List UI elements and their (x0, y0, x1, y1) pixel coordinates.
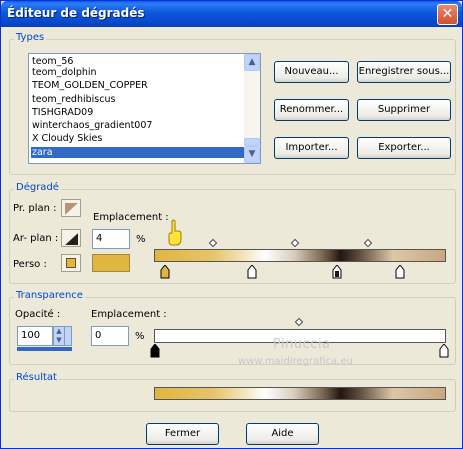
color-stop-marker[interactable] (247, 264, 257, 279)
transparency-location-percent: % (135, 331, 145, 342)
list-item[interactable]: X Cloudy Skies (31, 133, 244, 144)
custom-color-preview (92, 254, 130, 272)
list-item[interactable]: teom_56 (31, 56, 244, 67)
rename-button[interactable]: Renommer... (274, 99, 349, 121)
save-as-button[interactable]: Enregistrer sous... (357, 61, 451, 83)
color-stop-marker[interactable] (332, 264, 342, 279)
list-item[interactable]: TEOM_GOLDEN_COPPER (31, 80, 244, 91)
window-title: Éditeur de dégradés (7, 6, 145, 20)
scroll-up-icon[interactable]: ▲ (244, 54, 260, 71)
foreground-swatch-button[interactable] (61, 199, 81, 217)
location-label: Emplacement : (93, 212, 169, 223)
delete-button[interactable]: Supprimer (357, 99, 451, 121)
background-label: Ar- plan : (13, 233, 59, 244)
new-button[interactable]: Nouveau... (274, 61, 349, 83)
opacity-stop-marker[interactable] (150, 343, 160, 358)
list-item[interactable]: TISHGRAD09 (31, 107, 244, 118)
spin-up-icon[interactable]: ▲ (54, 327, 64, 336)
transparency-location-label: Emplacement : (91, 309, 167, 320)
custom-color-chip (66, 258, 76, 268)
hand-pointer-icon (164, 219, 186, 253)
location-percent: % (136, 234, 146, 245)
gradient-preview-bar[interactable] (154, 249, 446, 262)
opacity-stop-marker[interactable] (439, 343, 449, 358)
gradient-group-title: Dégradé (14, 182, 61, 193)
types-group-title: Types (14, 32, 47, 43)
watermark-url: www.maidiregrafica.eu (238, 356, 353, 367)
custom-label: Perso : (13, 259, 47, 270)
list-item[interactable]: teom_dolphin (31, 67, 244, 78)
import-button[interactable]: Importer... (274, 137, 349, 159)
scroll-down-icon[interactable]: ▼ (244, 146, 260, 163)
result-group-title: Résultat (14, 372, 59, 383)
opacity-dropdown-arrow[interactable] (64, 326, 72, 346)
transparency-group-title: Transparence (14, 290, 85, 301)
list-item[interactable]: winterchaos_gradient007 (31, 120, 244, 131)
background-swatch-button[interactable] (61, 229, 81, 247)
opacity-field[interactable]: 100 (17, 326, 53, 346)
help-button[interactable]: Aide (246, 423, 319, 445)
spin-down-icon[interactable]: ▼ (54, 336, 64, 345)
close-icon[interactable]: ✕ (437, 4, 458, 25)
export-button[interactable]: Exporter... (357, 137, 451, 159)
gradient-editor-window: Éditeur de dégradés ✕ Types teom_56 teom… (0, 0, 463, 449)
scroll-thumb[interactable] (244, 138, 260, 146)
list-scrollbar[interactable]: ▲ ▼ (244, 54, 260, 163)
list-item-selected[interactable]: zara (31, 147, 244, 158)
close-button[interactable]: Fermer (146, 423, 219, 445)
opacity-label: Opacité : (15, 309, 61, 320)
custom-swatch-button[interactable] (61, 254, 81, 272)
watermark-name: Pinuccia (273, 337, 331, 352)
title-bar[interactable]: Éditeur de dégradés ✕ (1, 1, 462, 27)
transparency-location-field[interactable]: 0 (91, 326, 129, 346)
foreground-label: Pr. plan : (13, 203, 57, 214)
color-stop-marker[interactable] (395, 264, 405, 279)
location-field[interactable]: 4 (92, 229, 130, 249)
color-stop-marker[interactable] (160, 264, 170, 279)
opacity-level-bar (17, 347, 72, 351)
list-item[interactable]: teom_redhibiscus (31, 94, 244, 105)
gradient-types-list[interactable]: teom_56 teom_dolphin TEOM_GOLDEN_COPPER … (28, 53, 261, 164)
result-preview-bar (154, 387, 446, 400)
